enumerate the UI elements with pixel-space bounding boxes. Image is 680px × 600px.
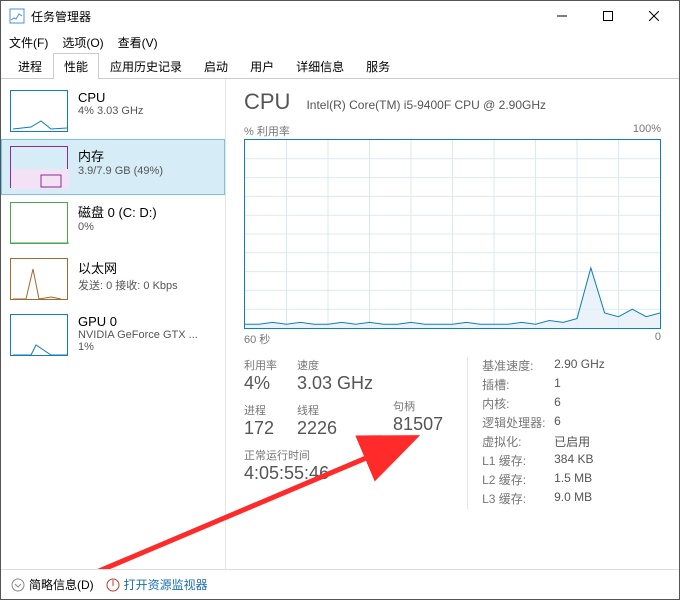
spec-base-label: 基准速度: [482,357,554,374]
sidebar-item-gpu[interactable]: GPU 0NVIDIA GeForce GTX ... 1% [1,307,225,363]
util-value: 4% [244,373,277,394]
tab-0[interactable]: 进程 [7,53,53,79]
app-icon [9,8,25,24]
chart-xlabel: 60 秒 [244,331,270,347]
menu-view[interactable]: 查看(V) [118,34,158,51]
tab-6[interactable]: 服务 [355,53,401,79]
resource-monitor-link[interactable]: 打开资源监视器 [106,576,208,593]
spec-l1-label: L1 缓存: [482,452,554,469]
resmon-label: 打开资源监视器 [124,576,208,593]
sidebar-item-sub: 4% 3.03 GHz [78,105,143,117]
uptime-value: 4:05:55:46 [244,463,443,484]
tab-3[interactable]: 启动 [193,53,239,79]
sidebar-item-sub: 0% [78,221,157,233]
spec-virt: 已启用 [554,433,590,450]
net-thumb-icon [10,258,68,300]
spec-sockets-label: 插槽: [482,376,554,393]
chart-ylabel: % 利用率 [244,123,290,139]
sidebar-item-label: 磁盘 0 (C: D:) [78,202,157,221]
spec-l3-label: L3 缓存: [482,490,554,507]
cpu-thumb-icon [10,90,68,132]
spec-cores-label: 内核: [482,395,554,412]
blank [393,369,443,390]
sidebar-item-net[interactable]: 以太网发送: 0 接收: 0 Kbps [1,251,225,307]
spec-table: 基准速度:2.90 GHz 插槽:1 内核:6 逻辑处理器:6 虚拟化:已启用 … [467,357,605,509]
thread-value: 2226 [297,418,373,439]
window-title: 任务管理器 [31,8,539,25]
menu-file[interactable]: 文件(F) [9,34,48,51]
sidebar-item-sub: 发送: 0 接收: 0 Kbps [78,277,178,293]
sidebar-item-label: CPU [78,90,143,105]
blank [393,357,443,369]
speed-value: 3.03 GHz [297,373,373,394]
handle-value: 81507 [393,414,443,435]
sidebar-item-sub: NVIDIA GeForce GTX ... 1% [78,329,216,353]
sidebar-item-disk[interactable]: 磁盘 0 (C: D:)0% [1,195,225,251]
tab-2[interactable]: 应用历史记录 [99,53,193,79]
menu-options[interactable]: 选项(O) [62,34,103,51]
spec-l2: 1.5 MB [554,471,592,488]
chart-ymax: 100% [633,123,661,139]
tabs: 进程性能应用历史记录启动用户详细信息服务 [1,53,679,79]
sidebar-item-sub: 3.9/7.9 GB (49%) [78,165,163,177]
handle-label: 句柄 [393,398,443,414]
sidebar: CPU4% 3.03 GHz内存3.9/7.9 GB (49%)磁盘 0 (C:… [1,79,226,569]
proc-label: 进程 [244,402,277,418]
task-manager-window: 任务管理器 文件(F) 选项(O) 查看(V) 进程性能应用历史记录启动用户详细… [0,0,680,600]
sidebar-item-label: 内存 [78,146,163,165]
cpu-model: Intel(R) Core(TM) i5-9400F CPU @ 2.90GHz [306,98,546,112]
utilization-chart[interactable] [244,139,661,329]
spec-lps: 6 [554,414,561,431]
spec-base: 2.90 GHz [554,357,605,374]
chevron-down-icon [11,578,25,592]
page-title: CPU [244,89,290,115]
spec-sockets: 1 [554,376,561,393]
proc-value: 172 [244,418,277,439]
spec-l2-label: L2 缓存: [482,471,554,488]
spec-l1: 384 KB [554,452,593,469]
brief-label: 简略信息(D) [29,576,94,593]
titlebar: 任务管理器 [1,1,679,31]
tab-4[interactable]: 用户 [239,53,285,79]
sidebar-item-label: 以太网 [78,258,178,277]
chart-xend: 0 [655,331,661,347]
thread-label: 线程 [297,402,373,418]
footer: 简略信息(D) 打开资源监视器 [1,569,679,599]
spec-lps-label: 逻辑处理器: [482,414,554,431]
main-panel: CPU Intel(R) Core(TM) i5-9400F CPU @ 2.9… [226,79,679,569]
maximize-button[interactable] [585,1,631,31]
disk-thumb-icon [10,202,68,244]
minimize-button[interactable] [539,1,585,31]
util-label: 利用率 [244,357,277,373]
resmon-icon [106,578,120,592]
spec-cores: 6 [554,395,561,412]
brief-toggle[interactable]: 简略信息(D) [11,576,94,593]
gpu-thumb-icon [10,314,68,356]
sidebar-item-mem[interactable]: 内存3.9/7.9 GB (49%) [1,139,225,195]
close-button[interactable] [631,1,677,31]
sidebar-item-label: GPU 0 [78,314,216,329]
tab-5[interactable]: 详细信息 [285,53,355,79]
menubar: 文件(F) 选项(O) 查看(V) [1,31,679,53]
uptime-label: 正常运行时间 [244,447,443,463]
spec-virt-label: 虚拟化: [482,433,554,450]
speed-label: 速度 [297,357,373,373]
spec-l3: 9.0 MB [554,490,592,507]
mem-thumb-icon [10,146,68,188]
tab-1[interactable]: 性能 [53,53,99,79]
sidebar-item-cpu[interactable]: CPU4% 3.03 GHz [1,83,225,139]
